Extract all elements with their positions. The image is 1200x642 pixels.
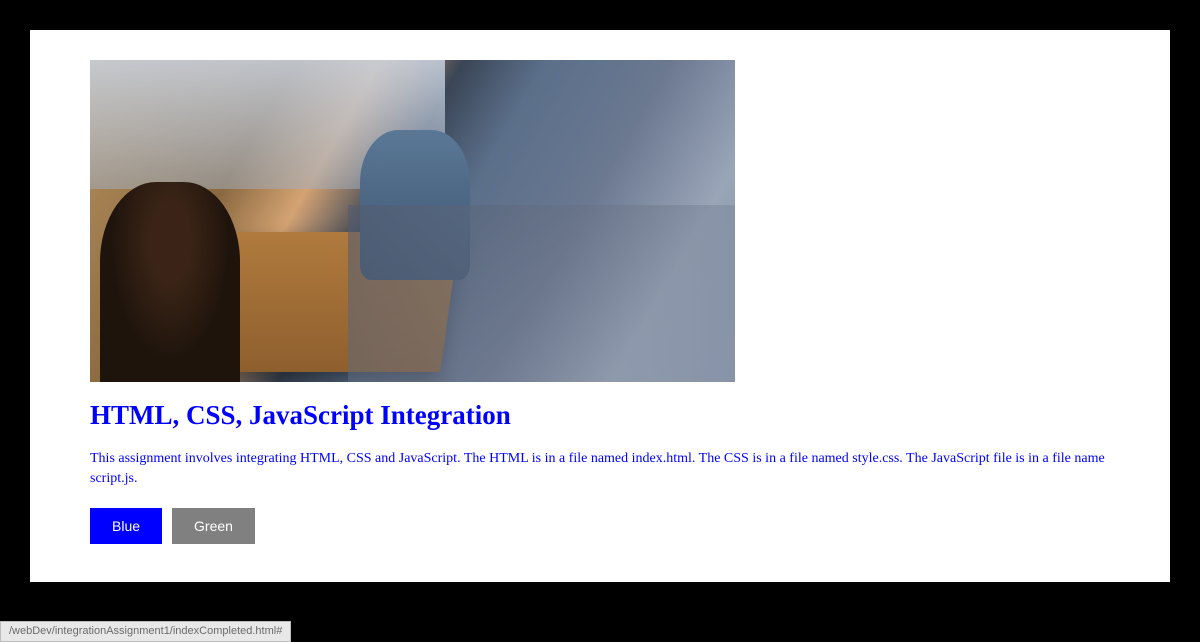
blue-button[interactable]: Blue <box>90 508 162 544</box>
photo-person-shape <box>100 182 240 382</box>
photo-person-shape <box>360 130 470 280</box>
page-content-frame: HTML, CSS, JavaScript Integration This a… <box>30 30 1170 582</box>
page-title: HTML, CSS, JavaScript Integration <box>90 400 1110 431</box>
hero-photo <box>90 60 735 382</box>
assignment-description: This assignment involves integrating HTM… <box>90 449 1110 488</box>
browser-status-bar: /webDev/integrationAssignment1/indexComp… <box>0 621 291 642</box>
green-button[interactable]: Green <box>172 508 255 544</box>
color-button-row: Blue Green <box>90 508 1110 544</box>
